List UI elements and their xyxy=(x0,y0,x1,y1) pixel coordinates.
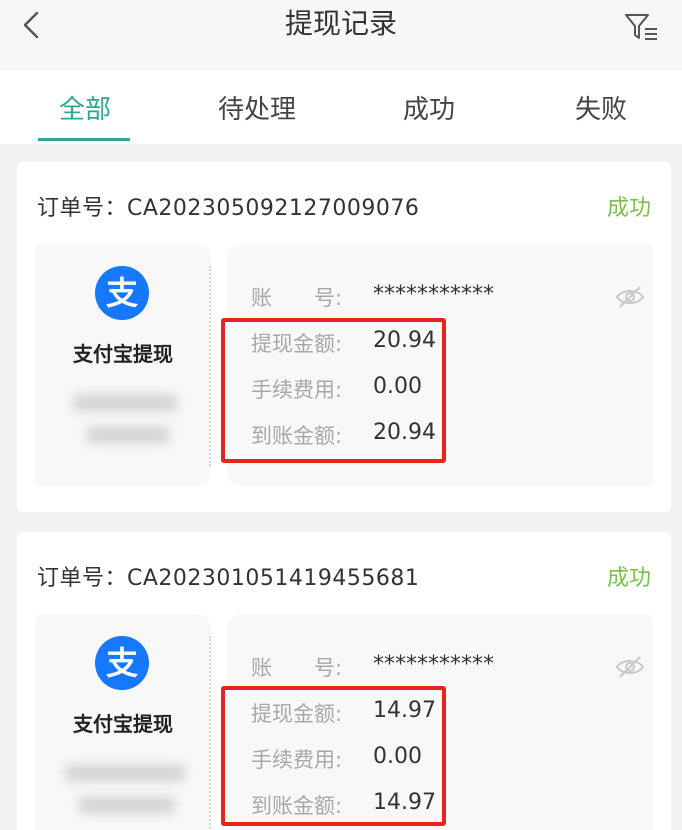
tab-all[interactable]: 全部 xyxy=(0,70,170,144)
account-label: 账 号: xyxy=(251,656,343,680)
blurred-account-info xyxy=(79,796,175,814)
filter-list-icon xyxy=(625,14,657,40)
ticket-divider xyxy=(209,266,211,466)
blurred-account-info xyxy=(73,394,177,412)
alipay-logo-icon: 支 xyxy=(95,266,149,320)
eye-off-icon[interactable] xyxy=(615,284,645,310)
page-title: 提现记录 xyxy=(284,7,397,40)
order-number-label: 订单号： xyxy=(37,196,128,221)
order-number-value: CA202301051419455681 xyxy=(127,566,420,591)
blurred-account-info xyxy=(87,426,169,444)
active-tab-indicator xyxy=(38,138,130,141)
blurred-account-info xyxy=(65,764,185,782)
status-tabs: 全部 待处理 成功 失败 xyxy=(0,70,682,144)
payment-method-name: 支付宝提现 xyxy=(73,342,173,366)
account-label: 账 号: xyxy=(251,286,343,310)
tab-success[interactable]: 成功 xyxy=(344,70,514,144)
account-value: *********** xyxy=(373,652,494,677)
svg-text:支: 支 xyxy=(106,274,138,312)
tab-pending[interactable]: 待处理 xyxy=(172,70,342,144)
status-badge: 成功 xyxy=(606,566,651,591)
payment-method-panel: 支 支付宝提现 xyxy=(35,244,211,486)
account-value: *********** xyxy=(373,282,494,307)
status-badge: 成功 xyxy=(606,196,651,221)
chevron-left-icon xyxy=(23,11,39,39)
order-number: 订单号：CA202301051419455681 xyxy=(37,560,419,592)
ticket-divider xyxy=(209,636,211,830)
alipay-logo-icon: 支 xyxy=(95,636,149,690)
top-nav-bar: 提现记录 xyxy=(0,0,682,70)
order-number-value: CA202305092127009076 xyxy=(127,196,420,221)
svg-text:支: 支 xyxy=(106,644,138,682)
highlight-annotation xyxy=(221,686,446,826)
order-number: 订单号：CA202305092127009076 xyxy=(37,190,419,222)
order-number-label: 订单号： xyxy=(37,566,128,591)
payment-method-name: 支付宝提现 xyxy=(73,712,173,736)
tab-failed[interactable]: 失败 xyxy=(516,70,682,144)
back-button[interactable] xyxy=(14,8,48,42)
highlight-annotation xyxy=(221,318,446,463)
payment-method-panel: 支 支付宝提现 xyxy=(35,614,211,830)
filter-button[interactable] xyxy=(622,10,662,44)
eye-off-icon[interactable] xyxy=(615,654,645,680)
